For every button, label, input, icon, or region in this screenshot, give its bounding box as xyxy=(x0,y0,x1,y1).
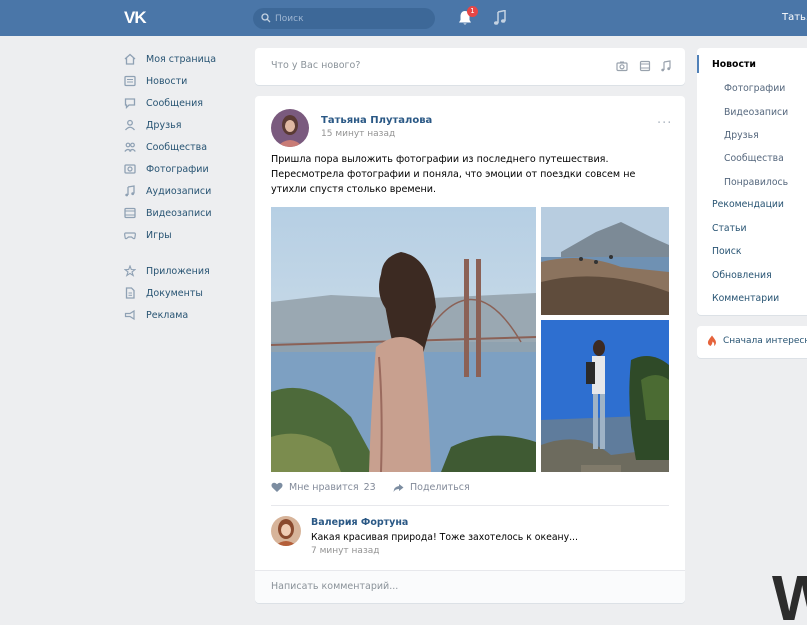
menu-item-photos[interactable]: Фотографии xyxy=(724,83,785,94)
news-icon xyxy=(124,75,136,87)
nav-item-groups[interactable]: Сообщества xyxy=(120,136,245,158)
golden-gate-photo xyxy=(271,207,536,472)
apps-icon xyxy=(124,265,136,277)
home-icon xyxy=(124,53,136,65)
friends-icon xyxy=(124,119,136,131)
nav-item-label: Документы xyxy=(146,287,203,299)
composer-placeholder[interactable]: Что у Вас нового? xyxy=(271,60,360,71)
notification-badge: 1 xyxy=(467,6,478,17)
post-composer[interactable]: Что у Вас нового? xyxy=(255,48,685,85)
nav-item-news[interactable]: Новости xyxy=(120,70,245,92)
search-box[interactable] xyxy=(253,8,435,29)
camera-icon[interactable] xyxy=(616,60,628,72)
nav-item-my-page[interactable]: Моя страница xyxy=(120,48,245,70)
comment-placeholder[interactable]: Написать комментарий... xyxy=(271,581,398,592)
nav-item-label: Фотографии xyxy=(146,163,209,175)
avatar-photo xyxy=(271,516,301,546)
menu-item-videos[interactable]: Видеозаписи xyxy=(724,107,788,118)
rock-standing-photo xyxy=(541,320,669,472)
share-button[interactable]: Поделиться xyxy=(393,482,470,493)
search-icon xyxy=(261,13,271,23)
ads-icon xyxy=(124,309,135,321)
nav-item-label: Игры xyxy=(146,229,172,241)
nav-item-label: Сообщения xyxy=(146,97,204,109)
fire-icon xyxy=(707,335,716,346)
nav-item-music[interactable]: Аудиозаписи xyxy=(120,180,245,202)
menu-item-articles[interactable]: Статьи xyxy=(712,223,747,234)
nav-item-ads[interactable]: Реклама xyxy=(120,304,245,326)
menu-item-updates[interactable]: Обновления xyxy=(712,270,772,281)
post-photo-3[interactable] xyxy=(541,320,669,472)
nav-item-label: Сообщества xyxy=(146,141,208,153)
feed-post: Татьяна Плуталова 15 минут назад ··· При… xyxy=(255,96,685,603)
more-icon[interactable]: ··· xyxy=(657,116,672,131)
video-icon xyxy=(124,207,136,219)
menu-item-search[interactable]: Поиск xyxy=(712,246,741,257)
heart-icon xyxy=(271,482,283,492)
post-time[interactable]: 15 минут назад xyxy=(321,129,395,139)
like-button[interactable]: Мне нравится 23 xyxy=(271,482,376,493)
like-count: 23 xyxy=(363,482,376,493)
comment-text: Какая красивая природа! Тоже захотелось … xyxy=(311,532,578,543)
post-photo-main[interactable] xyxy=(271,207,536,472)
avatar-photo xyxy=(271,109,309,147)
comment-time[interactable]: 7 минут назад xyxy=(311,546,379,556)
post-photo-2[interactable] xyxy=(541,207,669,315)
menu-item-friends[interactable]: Друзья xyxy=(724,130,759,141)
groups-icon xyxy=(124,142,136,152)
vk-logo[interactable]: VK xyxy=(124,8,152,28)
nav-item-video[interactable]: Видеозаписи xyxy=(120,202,245,224)
games-icon xyxy=(124,232,136,240)
news-filter-menu: Новости Фотографии Видеозаписи Друзья Со… xyxy=(697,48,807,315)
post-author-name[interactable]: Татьяна Плуталова xyxy=(321,115,432,126)
divider xyxy=(271,505,669,506)
nav-separator xyxy=(120,246,245,260)
music-icon[interactable] xyxy=(493,10,507,26)
post-actions: Мне нравится 23 Поделиться xyxy=(271,482,671,498)
user-name[interactable]: Татья xyxy=(782,12,807,23)
rocks-photo xyxy=(541,207,669,315)
comment-input[interactable]: Написать комментарий... xyxy=(255,570,685,603)
like-label: Мне нравится xyxy=(289,482,359,493)
nav-item-messages[interactable]: Сообщения xyxy=(120,92,245,114)
music-icon xyxy=(125,185,135,197)
photos-icon xyxy=(124,164,136,174)
share-label: Поделиться xyxy=(410,482,470,493)
menu-item-comments[interactable]: Комментарии xyxy=(712,293,779,304)
nav-item-photos[interactable]: Фотографии xyxy=(120,158,245,180)
search-input[interactable] xyxy=(275,8,425,29)
share-icon xyxy=(393,483,404,492)
menu-item-recommendations[interactable]: Рекомендации xyxy=(712,199,784,210)
interesting-first-toggle[interactable]: Сначала интересное xyxy=(697,326,807,358)
author-avatar[interactable] xyxy=(271,109,309,147)
menu-item-groups[interactable]: Сообщества xyxy=(724,153,784,164)
video-icon[interactable] xyxy=(639,60,651,72)
documents-icon xyxy=(125,287,135,299)
nav-item-label: Реклама xyxy=(146,309,189,321)
watermark-logo: W xyxy=(772,568,807,625)
comment-author-name[interactable]: Валерия Фортуна xyxy=(311,517,408,528)
music-icon[interactable] xyxy=(660,60,672,72)
nav-item-label: Аудиозаписи xyxy=(146,185,212,197)
nav-item-games[interactable]: Игры xyxy=(120,224,245,246)
menu-item-liked[interactable]: Понравилось xyxy=(724,177,788,188)
interesting-first-label: Сначала интересное xyxy=(723,336,807,346)
nav-item-label: Приложения xyxy=(146,265,210,277)
active-indicator xyxy=(697,55,699,73)
commenter-avatar[interactable] xyxy=(271,516,301,546)
top-header: VK 1 Татья xyxy=(0,0,807,36)
nav-item-apps[interactable]: Приложения xyxy=(120,260,245,282)
nav-item-label: Новости xyxy=(146,75,188,87)
menu-item-news[interactable]: Новости xyxy=(712,59,756,70)
left-sidebar: Моя страница Новости Сообщения Друзья Со… xyxy=(120,48,245,326)
nav-item-documents[interactable]: Документы xyxy=(120,282,245,304)
nav-item-label: Видеозаписи xyxy=(146,207,212,219)
post-text: Пришла пора выложить фотографии из после… xyxy=(271,154,636,195)
nav-item-friends[interactable]: Друзья xyxy=(120,114,245,136)
nav-item-label: Друзья xyxy=(146,119,182,131)
messages-icon xyxy=(124,98,136,109)
nav-item-label: Моя страница xyxy=(146,53,217,65)
